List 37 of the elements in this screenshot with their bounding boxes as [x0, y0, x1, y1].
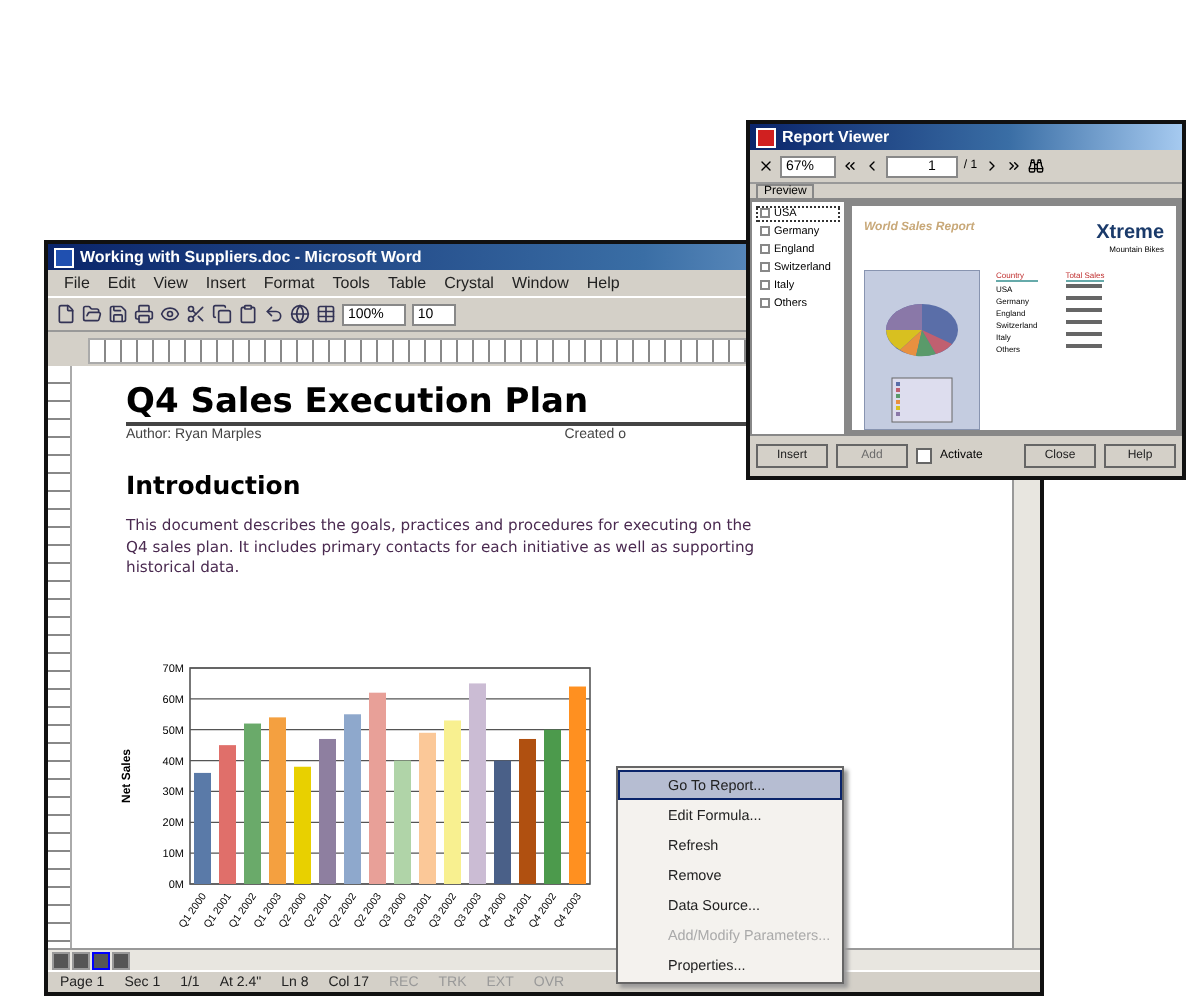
menu-item[interactable]: Help	[586, 274, 620, 292]
search-icon[interactable]	[1027, 158, 1044, 174]
table-icon[interactable]	[316, 304, 336, 324]
undo-icon[interactable]	[264, 304, 284, 324]
last-page-icon[interactable]	[1005, 158, 1022, 174]
save-icon[interactable]	[108, 304, 128, 324]
close-icon[interactable]	[758, 158, 774, 174]
menu-item[interactable]: Edit	[107, 274, 136, 292]
logo-text: Xtreme	[1096, 222, 1164, 244]
menu-item[interactable]: File	[64, 274, 90, 292]
window-title: Working with Suppliers.doc - Microsoft Word	[80, 248, 422, 266]
first-page-icon[interactable]	[842, 158, 859, 174]
new-document-icon[interactable]	[56, 304, 76, 324]
globe-icon[interactable]	[290, 304, 310, 324]
menu-item[interactable]: Crystal	[444, 274, 494, 292]
menu-item[interactable]: Window	[511, 274, 569, 292]
print-preview-icon[interactable]	[160, 304, 180, 324]
chart-bar	[394, 759, 411, 883]
menu-item[interactable]: Table	[387, 274, 427, 292]
menu-item[interactable]: Tools	[332, 274, 370, 292]
cut-icon[interactable]	[186, 304, 206, 324]
checkbox[interactable]	[916, 448, 932, 464]
chart-bar	[494, 759, 511, 883]
chart-bar	[294, 765, 311, 883]
app-icon	[756, 127, 776, 147]
document-icon	[54, 247, 74, 267]
window-title: Report Viewer	[782, 128, 890, 146]
chart-bar	[219, 744, 236, 883]
paste-icon[interactable]	[238, 304, 258, 324]
chart-bar	[194, 771, 211, 883]
section-heading: Introduction	[126, 470, 303, 500]
copy-icon[interactable]	[212, 304, 232, 324]
printer-icon[interactable]	[134, 304, 154, 324]
menu-item[interactable]: View	[153, 274, 188, 292]
menu-item[interactable]: Format	[263, 274, 315, 292]
open-folder-icon[interactable]	[82, 304, 102, 324]
menu-item[interactable]: Insert	[205, 274, 246, 292]
